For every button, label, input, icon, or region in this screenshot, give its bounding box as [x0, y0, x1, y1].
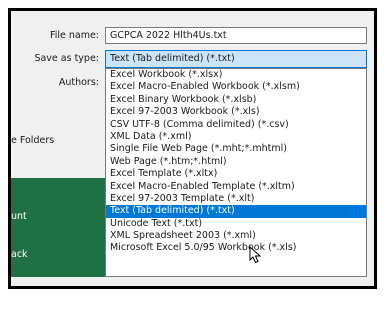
file-type-option[interactable]: Excel Template (*.xltx) [106, 168, 366, 180]
save-as-type-label: Save as type: [34, 53, 99, 64]
save-as-type-value: Text (Tab delimited) (*.txt) [110, 53, 235, 64]
file-name-input[interactable]: GCPCA 2022 Hlth4Us.txt [105, 27, 367, 44]
file-type-option[interactable]: Unicode Text (*.txt) [106, 218, 366, 230]
sidebar-item-account[interactable]: unt [11, 211, 27, 222]
file-name-label: File name: [49, 30, 99, 41]
excel-backstage-panel: unt ack ns [11, 178, 105, 286]
file-type-option[interactable]: Excel Macro-Enabled Template (*.xltm) [106, 181, 366, 193]
file-type-option[interactable]: Excel 97-2003 Template (*.xlt) [106, 193, 366, 205]
file-type-option[interactable]: Web Page (*.htm;*.html) [106, 156, 366, 168]
file-type-option[interactable]: Excel Binary Workbook (*.xlsb) [106, 94, 366, 106]
file-type-dropdown-list: Excel Workbook (*.xlsx) Excel Macro-Enab… [105, 68, 367, 277]
file-type-option[interactable]: Microsoft Excel 5.0/95 Workbook (*.xls) [106, 242, 366, 254]
file-type-option-selected[interactable]: Text (Tab delimited) (*.txt) [106, 205, 366, 218]
dialog-bottom-strip [11, 277, 374, 286]
file-type-option[interactable]: Excel Workbook (*.xlsx) [106, 69, 366, 81]
folders-label[interactable]: e Folders [11, 135, 54, 146]
file-type-option[interactable]: Excel 97-2003 Workbook (*.xls) [106, 106, 366, 118]
file-type-option[interactable]: Excel Macro-Enabled Workbook (*.xlsm) [106, 81, 366, 93]
file-type-option[interactable]: CSV UTF-8 (Comma delimited) (*.csv) [106, 119, 366, 131]
file-type-option[interactable]: XML Data (*.xml) [106, 131, 366, 143]
sidebar-item-feedback[interactable]: ack [11, 249, 28, 260]
mouse-pointer-icon [249, 246, 262, 264]
authors-label: Authors: [58, 77, 99, 88]
save-as-type-select[interactable]: Text (Tab delimited) (*.txt) [105, 50, 367, 68]
save-as-dialog: File name: GCPCA 2022 Hlth4Us.txt Save a… [8, 8, 377, 289]
file-type-option[interactable]: XML Spreadsheet 2003 (*.xml) [106, 230, 366, 242]
file-type-option[interactable]: Single File Web Page (*.mht;*.mhtml) [106, 143, 366, 155]
